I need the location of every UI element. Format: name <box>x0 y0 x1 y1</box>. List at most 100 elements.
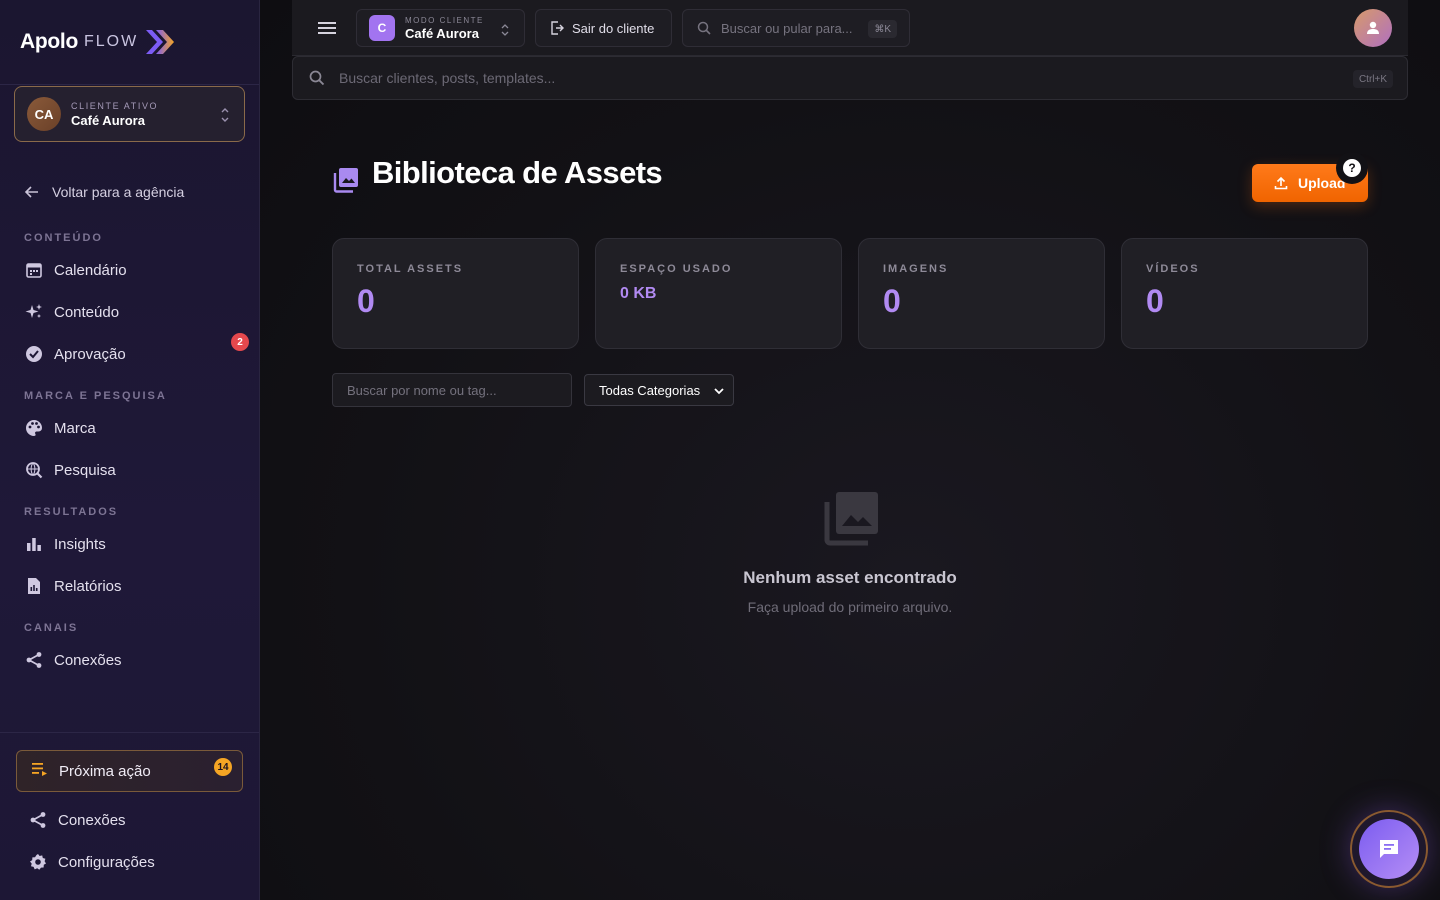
stat-card-total-assets: TOTAL ASSETS 0 <box>332 238 579 349</box>
sidebar-item-conexoes[interactable]: Conexões <box>24 648 250 672</box>
share-icon <box>24 650 44 670</box>
stat-value: 0 <box>1146 283 1164 319</box>
playlist-icon <box>31 760 49 782</box>
page-title: Biblioteca de Assets <box>372 155 663 190</box>
sidebar-item-label: Insights <box>54 535 106 553</box>
asset-search-placeholder: Buscar por nome ou tag... <box>347 382 497 398</box>
stat-label: TOTAL ASSETS <box>357 263 464 275</box>
sidebar-item-insights[interactable]: Insights <box>24 532 250 556</box>
empty-state-subtitle: Faça upload do primeiro arquivo. <box>747 599 953 615</box>
sidebar-item-conteudo[interactable]: Conteúdo <box>24 300 250 324</box>
sidebar-item-pesquisa[interactable]: Pesquisa <box>24 458 250 482</box>
client-mode-switcher[interactable]: C MODO CLIENTE Café Aurora <box>356 9 525 47</box>
sidebar-item-label: Relatórios <box>54 577 122 595</box>
quick-search-shortcut: ⌘K <box>868 20 897 38</box>
section-title-resultados: RESULTADOS <box>24 506 119 518</box>
help-icon: ? <box>1343 159 1361 177</box>
section-title-canais: CANAIS <box>24 622 79 634</box>
sidebar-divider <box>0 732 259 733</box>
empty-state-title: Nenhum asset encontrado <box>743 568 957 587</box>
chat-button[interactable] <box>1350 810 1428 888</box>
client-mode-label: MODO CLIENTE <box>405 15 484 25</box>
help-button[interactable]: ? <box>1336 152 1368 184</box>
next-action-count-badge: 14 <box>214 758 232 776</box>
page-header: Biblioteca de Assets <box>332 152 663 194</box>
sidebar: Apolo FLOW CA CLIENTE ATIVO Café Aurora … <box>0 0 260 900</box>
updown-chevron-icon <box>221 108 229 122</box>
global-search-input[interactable]: Buscar clientes, posts, templates... Ctr… <box>292 56 1408 100</box>
sidebar-item-label: Marca <box>54 419 96 437</box>
stat-value: 0 <box>883 283 901 319</box>
stat-label: ESPAÇO USADO <box>620 263 733 275</box>
next-action-button[interactable]: Próxima ação 14 <box>16 750 243 792</box>
bar-chart-icon <box>24 534 44 554</box>
search-icon <box>697 21 711 35</box>
sidebar-item-calendario[interactable]: Calendário <box>24 258 250 282</box>
logo-suffix: FLOW <box>83 33 139 50</box>
sidebar-item-label: Aprovação <box>54 345 126 363</box>
stat-value: 0 <box>357 283 375 319</box>
approval-count-badge: 2 <box>231 333 249 351</box>
client-label: CLIENTE ATIVO <box>71 100 159 111</box>
client-switcher[interactable]: CA CLIENTE ATIVO Café Aurora <box>14 86 245 142</box>
report-icon <box>24 576 44 596</box>
sidebar-item-label: Calendário <box>54 261 127 279</box>
bottom-item-configuracoes[interactable]: Configurações <box>28 850 254 874</box>
sidebar-item-label: Pesquisa <box>54 461 116 479</box>
logo[interactable]: Apolo FLOW <box>20 28 176 56</box>
client-avatar: CA <box>27 97 61 131</box>
chevron-logo-icon <box>146 30 175 54</box>
chat-icon <box>1380 840 1398 858</box>
stat-card-espaco-usado: ESPAÇO USADO 0 KB <box>595 238 842 349</box>
arrow-left-icon <box>24 186 38 198</box>
global-search-shortcut: Ctrl+K <box>1352 70 1393 88</box>
section-title-marca-pesquisa: MARCA E PESQUISA <box>24 390 167 402</box>
palette-icon <box>24 418 44 438</box>
topbar: C MODO CLIENTE Café Aurora Sair do clien… <box>292 0 1408 56</box>
logout-icon <box>551 21 564 35</box>
user-avatar[interactable] <box>1354 9 1392 47</box>
stat-card-imagens: IMAGENS 0 <box>858 238 1105 349</box>
back-link-label: Voltar para a agência <box>52 184 185 200</box>
photo-library-icon <box>333 168 358 193</box>
quick-search-input[interactable]: Buscar ou pular para... ⌘K <box>682 9 910 47</box>
category-select-value: Todas Categorias <box>599 382 701 398</box>
search-globe-icon <box>24 460 44 480</box>
chat-fab <box>1359 819 1419 879</box>
sidebar-divider <box>0 84 259 85</box>
quick-search-placeholder: Buscar ou pular para... <box>721 20 853 36</box>
back-to-agency-link[interactable]: Voltar para a agência <box>24 182 184 202</box>
section-title-conteudo: CONTEÚDO <box>24 232 103 244</box>
stat-card-videos: VÍDEOS 0 <box>1121 238 1368 349</box>
main-content: C MODO CLIENTE Café Aurora Sair do clien… <box>260 0 1440 900</box>
user-icon <box>1367 21 1379 34</box>
gear-icon <box>28 852 48 872</box>
hamburger-menu-icon[interactable] <box>317 18 337 38</box>
bottom-item-conexoes[interactable]: Conexões <box>28 808 254 832</box>
sidebar-item-aprovacao[interactable]: Aprovação <box>24 342 250 366</box>
bottom-item-label: Conexões <box>58 811 126 829</box>
exit-client-button[interactable]: Sair do cliente <box>535 9 672 47</box>
sidebar-item-relatorios[interactable]: Relatórios <box>24 574 250 598</box>
search-icon <box>309 70 325 86</box>
empty-photo-library-icon <box>824 492 878 546</box>
upload-icon <box>1274 176 1288 190</box>
updown-chevron-icon <box>501 24 509 36</box>
bottom-item-label: Configurações <box>58 853 155 871</box>
asset-search-input[interactable]: Buscar por nome ou tag... <box>332 373 572 407</box>
chevron-down-icon <box>714 388 724 395</box>
sparkles-icon <box>24 302 44 322</box>
exit-client-label: Sair do cliente <box>572 20 655 36</box>
share-icon <box>28 810 48 830</box>
client-mode-name: Café Aurora <box>405 25 479 41</box>
sidebar-item-marca[interactable]: Marca <box>24 416 250 440</box>
check-circle-icon <box>24 344 44 364</box>
client-mode-avatar: C <box>369 15 395 41</box>
client-name: Café Aurora <box>71 112 145 128</box>
stat-label: VÍDEOS <box>1146 263 1200 275</box>
sidebar-item-label: Conexões <box>54 651 122 669</box>
stat-label: IMAGENS <box>883 263 949 275</box>
logo-name: Apolo <box>20 30 78 53</box>
global-search-placeholder: Buscar clientes, posts, templates... <box>339 70 556 86</box>
category-select[interactable]: Todas Categorias <box>584 374 734 406</box>
